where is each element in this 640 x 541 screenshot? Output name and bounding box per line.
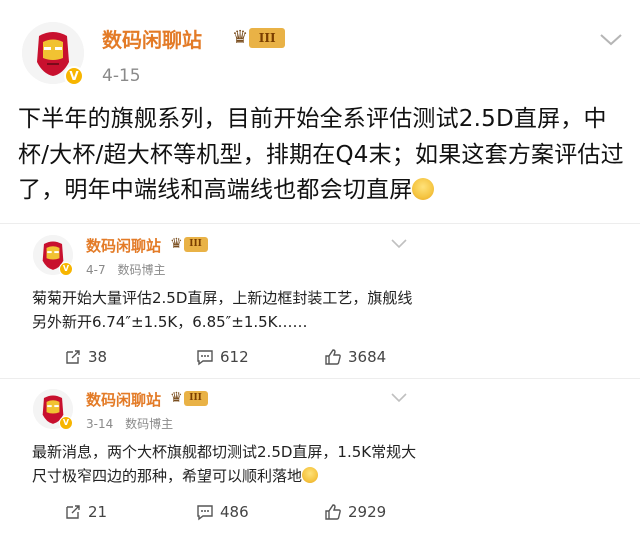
post-text: 下半年的旗舰系列，目前开始全系评估测试2.5D直屏，中杯/大杯/超大杯等机型，排… (18, 106, 624, 203)
level-label: III (183, 236, 208, 252)
like-count: 3684 (348, 348, 387, 366)
repost-user-tag: 数码博主 (117, 263, 166, 277)
repost-count: 21 (88, 503, 108, 521)
like-button[interactable]: 2929 (324, 503, 386, 521)
repost-actions: 38 612 3684 (0, 348, 640, 370)
like-icon (325, 504, 341, 520)
repost-actions: 21 486 2929 (0, 503, 640, 525)
crown-icon: ♛ (170, 236, 183, 252)
repost-author-name[interactable]: 数码闲聊站 (86, 235, 161, 256)
post-date: 4-15 (102, 66, 141, 86)
smiley-emoji-icon (412, 178, 435, 200)
level-label: III (249, 27, 286, 48)
repost-date-value: 4-7 (86, 263, 106, 277)
repost-button[interactable]: 21 (64, 503, 107, 521)
divider (0, 223, 640, 224)
crown-icon: ♛ (170, 390, 183, 406)
post-body: 下半年的旗舰系列，目前开始全系评估测试2.5D直屏，中杯/大杯/超大杯等机型，排… (18, 102, 626, 209)
comment-icon (197, 505, 213, 521)
like-button[interactable]: 3684 (324, 348, 386, 366)
repost-author-name[interactable]: 数码闲聊站 (86, 389, 161, 410)
repost-count: 38 (88, 348, 108, 366)
chevron-down-icon[interactable] (390, 238, 408, 250)
author-name[interactable]: 数码闲聊站 (102, 24, 202, 53)
crown-icon: ♛ (232, 27, 249, 48)
repost-text: 最新消息，两个大杯旗舰都切测试2.5D直屏，1.5K常规大尺寸极窄四边的那种，希… (32, 440, 422, 488)
repost-text: 菊菊开始大量评估2.5D直屏，上新边框封装工艺，旗舰线另外新开6.74″±1.5… (32, 289, 413, 331)
repost-icon (66, 350, 80, 364)
verified-badge-icon: V (64, 66, 84, 86)
repost-user-tag: 数码博主 (125, 417, 174, 431)
divider (0, 378, 640, 379)
smiley-emoji-icon (302, 467, 319, 483)
verified-badge-icon: V (59, 416, 73, 430)
repost-text-content: 最新消息，两个大杯旗舰都切测试2.5D直屏，1.5K常规大尺寸极窄四边的那种，希… (32, 443, 417, 485)
like-count: 2929 (348, 503, 387, 521)
repost-icon (66, 505, 80, 519)
level-label: III (183, 390, 208, 406)
level-badge: ♛ III (232, 27, 286, 48)
level-badge: ♛ III (170, 390, 208, 406)
repost-date: 4-7 数码博主 (86, 261, 165, 278)
verified-badge-icon: V (59, 262, 73, 276)
comment-button[interactable]: 486 (196, 503, 249, 521)
level-badge: ♛ III (170, 236, 208, 252)
comment-count: 612 (220, 348, 249, 366)
chevron-down-icon[interactable] (390, 392, 408, 404)
repost-button[interactable]: 38 (64, 348, 107, 366)
repost-date: 3-14 数码博主 (86, 415, 173, 432)
repost-date-value: 3-14 (86, 417, 114, 431)
comment-count: 486 (220, 503, 249, 521)
comment-button[interactable]: 612 (196, 348, 249, 366)
like-icon (325, 349, 341, 365)
chevron-down-icon[interactable] (598, 32, 624, 48)
comment-icon (197, 350, 213, 366)
